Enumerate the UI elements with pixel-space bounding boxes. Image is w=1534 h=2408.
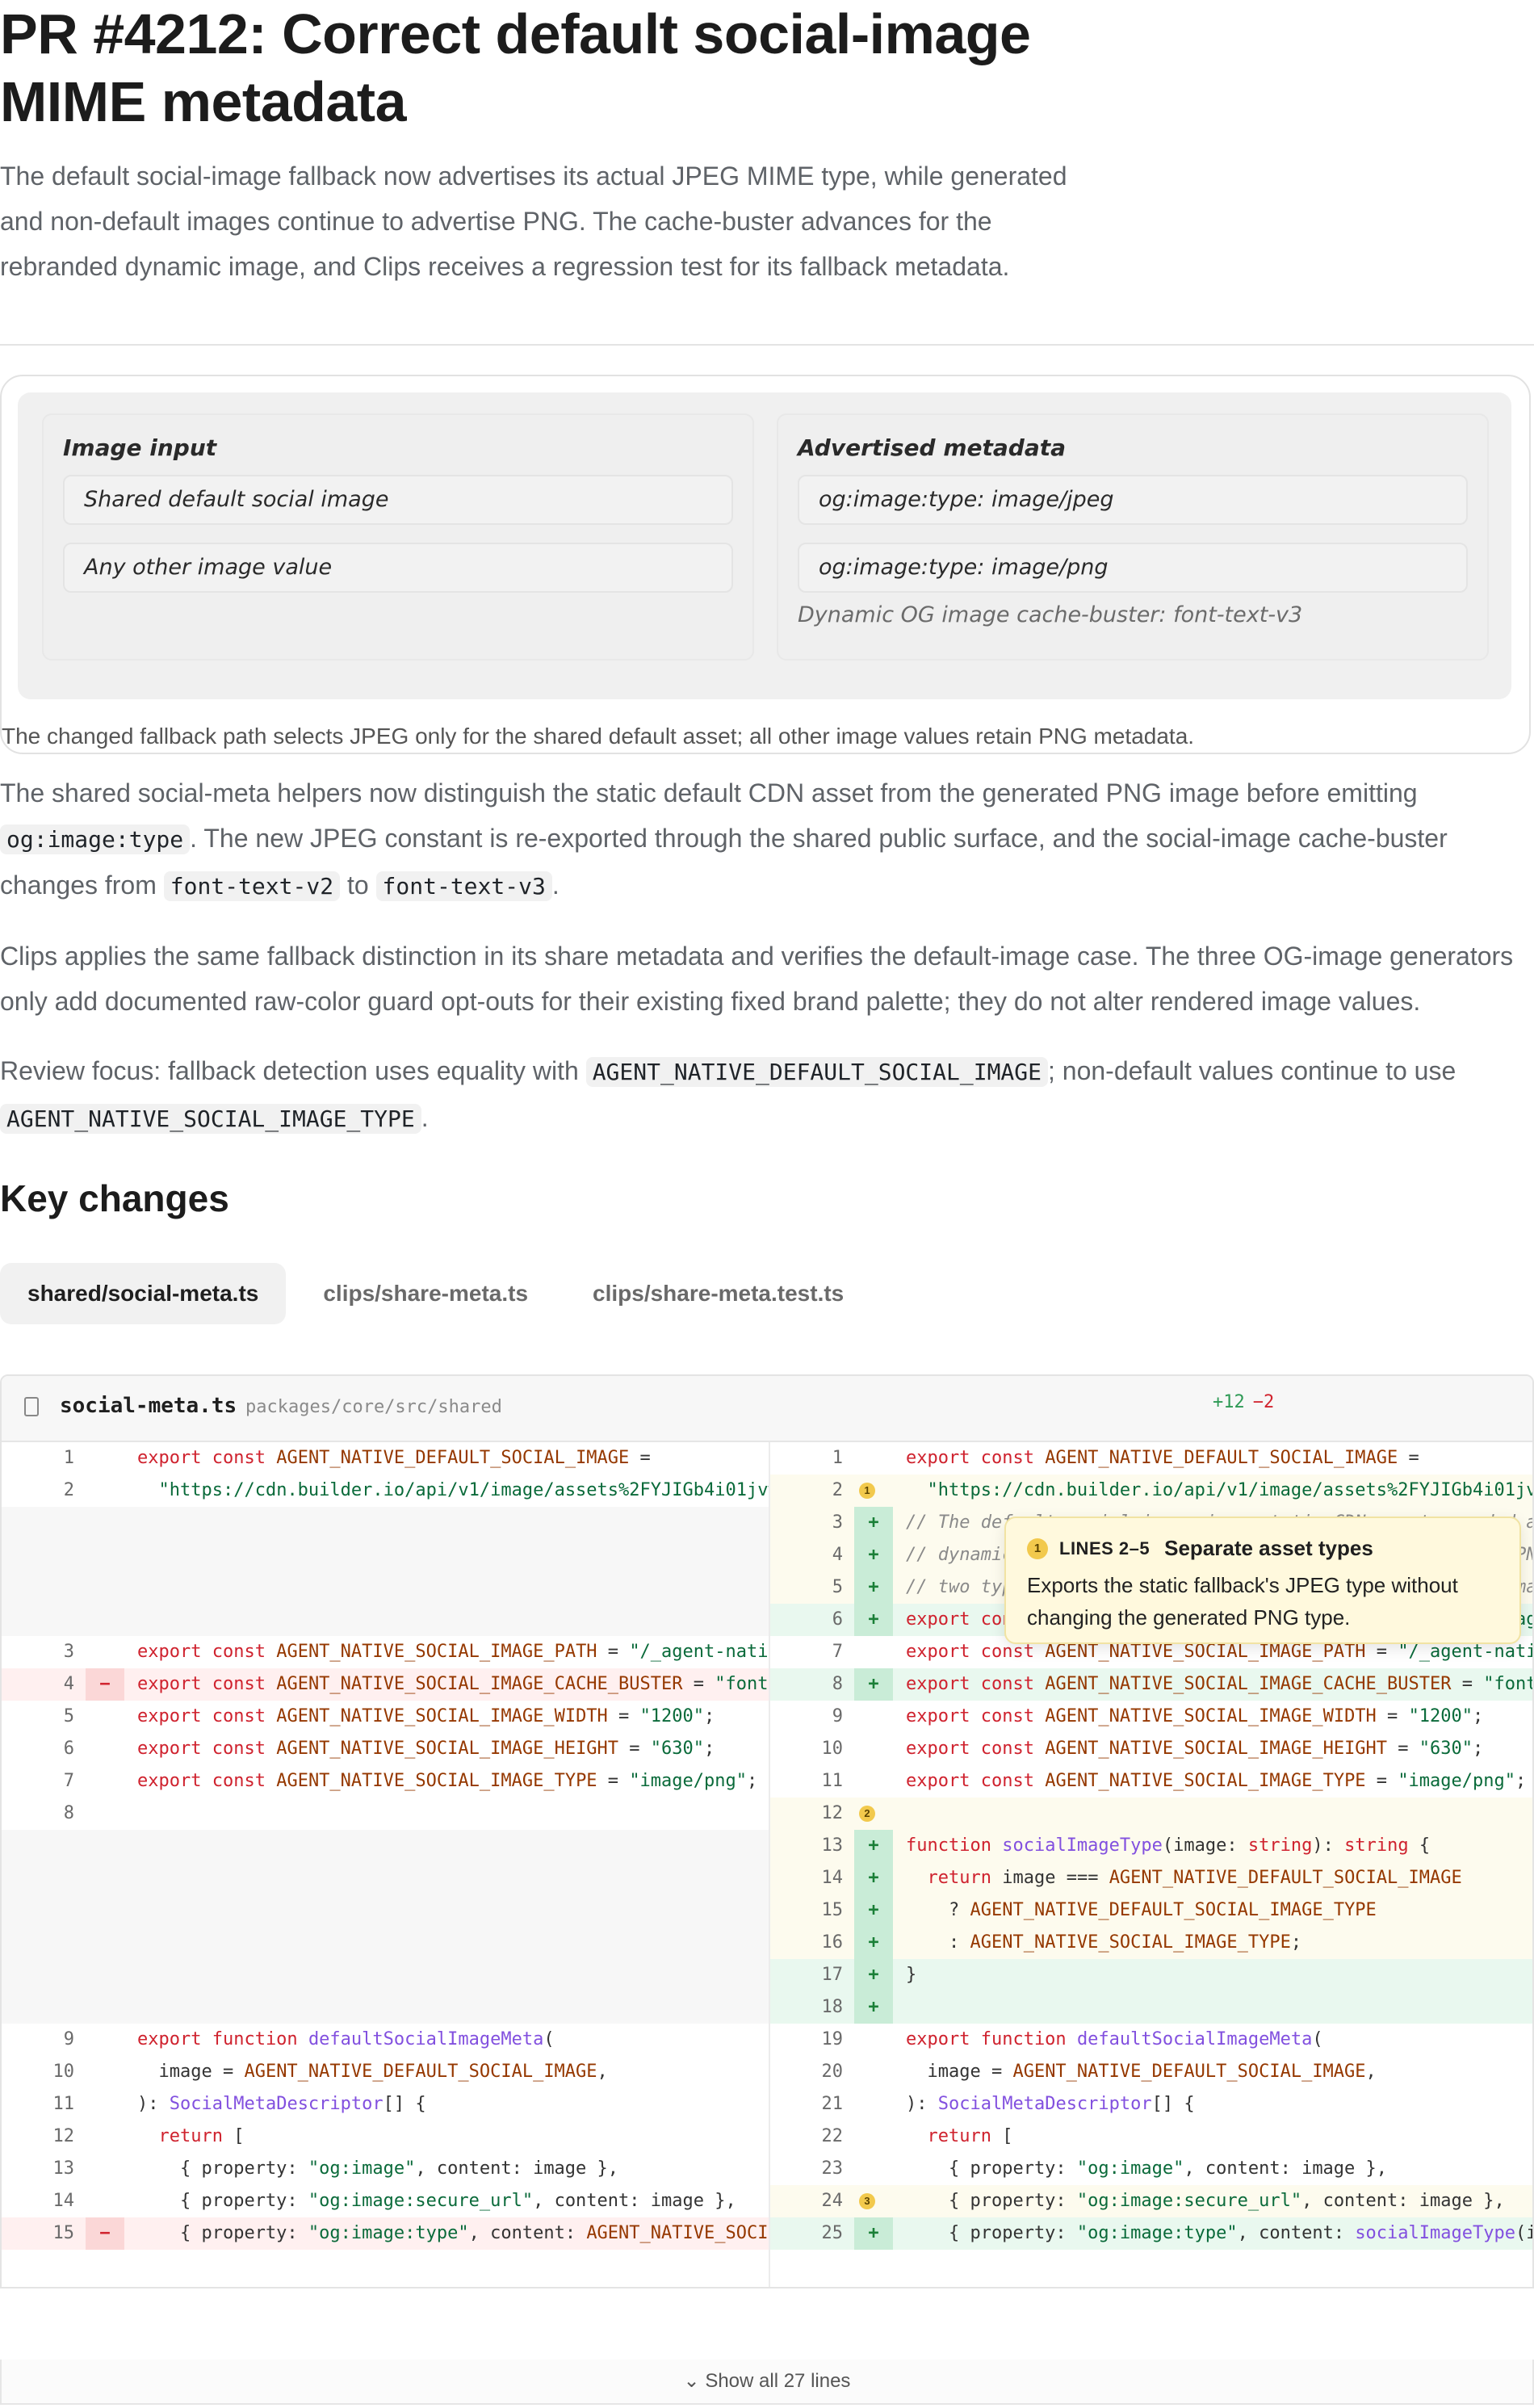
diff-line-right: 23 { property: "og:image", content: imag… bbox=[821, 2158, 1388, 2179]
diff-line-right: 22 return [ bbox=[821, 2126, 1013, 2146]
page: PR #4212: Correct default social-image M… bbox=[0, 0, 1534, 2405]
diff-header: social-meta.ts packages/core/src/shared … bbox=[2, 1376, 1532, 1442]
popover-header: 1 LINES 2–5 Separate asset types bbox=[1027, 1536, 1498, 1561]
inline-code: font-text-v3 bbox=[375, 871, 552, 901]
diagram-canvas: Image input Shared default social image … bbox=[18, 392, 1511, 699]
diff-line-left: 3 export const AGENT_NATIVE_SOCIAL_IMAGE_… bbox=[63, 1642, 769, 1662]
diff-line-right-added: 14 + return image === AGENT_NATIVE_DEFAUL… bbox=[770, 1862, 1532, 1894]
text: The shared social-meta helpers now disti… bbox=[0, 778, 1418, 808]
diff-line-left: 14 { property: "og:image:secure_url", co… bbox=[52, 2191, 736, 2211]
diff-line-right: 1 export const AGENT_NATIVE_DEFAULT_SOCIA… bbox=[832, 1448, 1419, 1468]
tab-clips-share-meta-test[interactable]: clips/share-meta.test.ts bbox=[565, 1263, 871, 1324]
annotation-badge-3[interactable]: 3 bbox=[859, 2193, 875, 2209]
text: . bbox=[551, 870, 560, 900]
diff-line-right: 21 "https://cdn.builder.io/api/v1/image/… bbox=[770, 1475, 1532, 1507]
diff-line-left-empty bbox=[2, 1507, 769, 1636]
diff-line-right-added: 15 + ? AGENT_NATIVE_DEFAULT_SOCIAL_IMAGE_… bbox=[770, 1894, 1532, 1927]
diff-line-left: 2 "https://cdn.builder.io/api/v1/image/a… bbox=[63, 1480, 769, 1500]
tab-clips-share-meta[interactable]: clips/share-meta.ts bbox=[295, 1263, 555, 1324]
diff-line-right: 24 3 { property: "og:image:secure_url", c… bbox=[770, 2185, 1532, 2217]
diff-line-right: 11 export const AGENT_NATIVE_SOCIAL_IMAGE… bbox=[821, 1771, 1527, 1791]
metadata-row-jpeg: og:image:type: image/jpeg bbox=[798, 475, 1468, 525]
diff-viewer: social-meta.ts packages/core/src/shared … bbox=[0, 1374, 1534, 2288]
popover-title: Separate asset types bbox=[1164, 1536, 1373, 1560]
popover-body: Exports the static fallback's JPEG type … bbox=[1027, 1573, 1458, 1630]
diff-stat: +12 −2 bbox=[1213, 1392, 1274, 1412]
popover-line-range: LINES 2–5 bbox=[1059, 1538, 1150, 1558]
inline-code: AGENT_NATIVE_DEFAULT_SOCIAL_IMAGE bbox=[585, 1057, 1048, 1087]
diff-line-left: 6 export const AGENT_NATIVE_SOCIAL_IMAGE_… bbox=[63, 1739, 715, 1759]
diff-line-right-added: 8 + export const AGENT_NATIVE_SOCIAL_IMAGE… bbox=[770, 1668, 1532, 1701]
image-input-panel: Image input Shared default social image … bbox=[42, 413, 754, 661]
pr-summary: The default social-image fallback now ad… bbox=[0, 162, 1067, 281]
text: . bbox=[421, 1103, 429, 1132]
paragraph-review-focus: Review focus: fallback detection uses eq… bbox=[0, 1048, 1534, 1142]
advertised-metadata-title: Advertised metadata bbox=[798, 434, 1066, 461]
diff-line-left: 10 image = AGENT_NATIVE_DEFAULT_SOCIAL_I… bbox=[52, 2062, 608, 2082]
diff-line-right: 9 export const AGENT_NATIVE_SOCIAL_IMAGE_… bbox=[832, 1706, 1484, 1726]
diff-line-right-added: 25 + { property: "og:image:type", content… bbox=[770, 2217, 1532, 2250]
diagram-caption: The changed fallback path selects JPEG o… bbox=[2, 724, 1195, 749]
file-icon bbox=[24, 1397, 39, 1416]
diff-line-left: 1 export const AGENT_NATIVE_DEFAULT_SOCIA… bbox=[63, 1448, 651, 1468]
inline-code: font-text-v2 bbox=[163, 871, 341, 901]
chevron-down-icon: ⌄ bbox=[683, 2370, 706, 2392]
lines-removed: −2 bbox=[1252, 1392, 1275, 1412]
diff-line-right-added: 18 + bbox=[770, 1991, 1532, 2024]
file-tabs: shared/social-meta.ts clips/share-meta.t… bbox=[0, 1263, 1534, 1324]
text: to bbox=[340, 870, 376, 900]
diff-file-name: social-meta.ts bbox=[60, 1394, 237, 1418]
diff-line-left: 12 return [ bbox=[52, 2126, 245, 2146]
diff-line-right: 12 2 bbox=[770, 1798, 1532, 1830]
text: ; non-default values continue to use bbox=[1048, 1056, 1456, 1085]
diff-line-left-removed: 15− { property: "og:image:type", content… bbox=[2, 2217, 769, 2250]
metadata-row-png: og:image:type: image/png bbox=[798, 543, 1468, 593]
image-input-title: Image input bbox=[63, 434, 217, 461]
paragraph-clips: Clips applies the same fallback distinct… bbox=[0, 942, 1514, 1016]
paragraph-helpers: The shared social-meta helpers now disti… bbox=[0, 770, 1534, 909]
description: The shared social-meta helpers now disti… bbox=[0, 770, 1534, 1142]
diff-line-right: 10 export const AGENT_NATIVE_SOCIAL_IMAGE… bbox=[821, 1739, 1484, 1759]
diff-line-right-added: 13 + function socialImageType(image: strin… bbox=[770, 1830, 1532, 1862]
input-row-default: Shared default social image bbox=[63, 475, 733, 525]
diff-line-left: 7 export const AGENT_NATIVE_SOCIAL_IMAGE_… bbox=[63, 1771, 758, 1791]
inline-code: AGENT_NATIVE_SOCIAL_IMAGE_TYPE bbox=[0, 1104, 421, 1134]
cache-buster-note: Dynamic OG image cache-buster: font-text… bbox=[798, 602, 1303, 627]
key-changes-heading: Key changes bbox=[0, 1177, 229, 1219]
lines-added: +12 bbox=[1213, 1392, 1245, 1412]
tab-shared-social-meta[interactable]: shared/social-meta.ts bbox=[0, 1263, 287, 1324]
diff-line-left-empty bbox=[2, 1830, 769, 2024]
diff-line-left: 8 bbox=[63, 1803, 74, 1823]
page-title: PR #4212: Correct default social-image M… bbox=[0, 2, 1031, 133]
diff-line-left: 5 export const AGENT_NATIVE_SOCIAL_IMAGE_… bbox=[63, 1706, 715, 1726]
diff-line-right: 21): SocialMetaDescriptor[] { bbox=[821, 2094, 1195, 2114]
annotation-popover: 1 LINES 2–5 Separate asset types Exports… bbox=[1004, 1517, 1521, 1644]
advertised-metadata-panel: Advertised metadata og:image:type: image… bbox=[777, 413, 1489, 661]
input-row-other: Any other image value bbox=[63, 543, 733, 593]
text: Review focus: fallback detection uses eq… bbox=[0, 1056, 586, 1085]
show-all-lines-button[interactable]: ⌄ Show all 27 lines bbox=[0, 2360, 1534, 2405]
diff-line-right: 20 image = AGENT_NATIVE_DEFAULT_SOCIAL_I… bbox=[821, 2062, 1377, 2082]
divider bbox=[0, 344, 1534, 346]
diff-line-left-removed: 4− export const AGENT_NATIVE_SOCIAL_IMAGE… bbox=[2, 1668, 769, 1701]
annotation-badge-1[interactable]: 1 bbox=[859, 1483, 875, 1499]
annotation-badge-2[interactable]: 2 bbox=[859, 1806, 875, 1822]
diff-line-right-added: 17 +} bbox=[770, 1959, 1532, 1991]
popover-badge: 1 bbox=[1027, 1538, 1048, 1559]
show-all-label: Show all 27 lines bbox=[705, 2370, 851, 2392]
diff-line-left: 13 { property: "og:image", content: imag… bbox=[52, 2158, 619, 2179]
diff-line-right-added: 16 + : AGENT_NATIVE_SOCIAL_IMAGE_TYPE; bbox=[770, 1927, 1532, 1959]
diff-line-left: 11): SocialMetaDescriptor[] { bbox=[52, 2094, 426, 2114]
inline-code: og:image:type bbox=[0, 824, 191, 854]
diff-line-right: 19 export function defaultSocialImageMeta… bbox=[821, 2029, 1323, 2049]
flow-diagram-card: Image input Shared default social image … bbox=[0, 375, 1531, 754]
diff-file-path: packages/core/src/shared bbox=[245, 1397, 502, 1417]
diff-line-left: 9 export function defaultSocialImageMeta( bbox=[63, 2029, 555, 2049]
